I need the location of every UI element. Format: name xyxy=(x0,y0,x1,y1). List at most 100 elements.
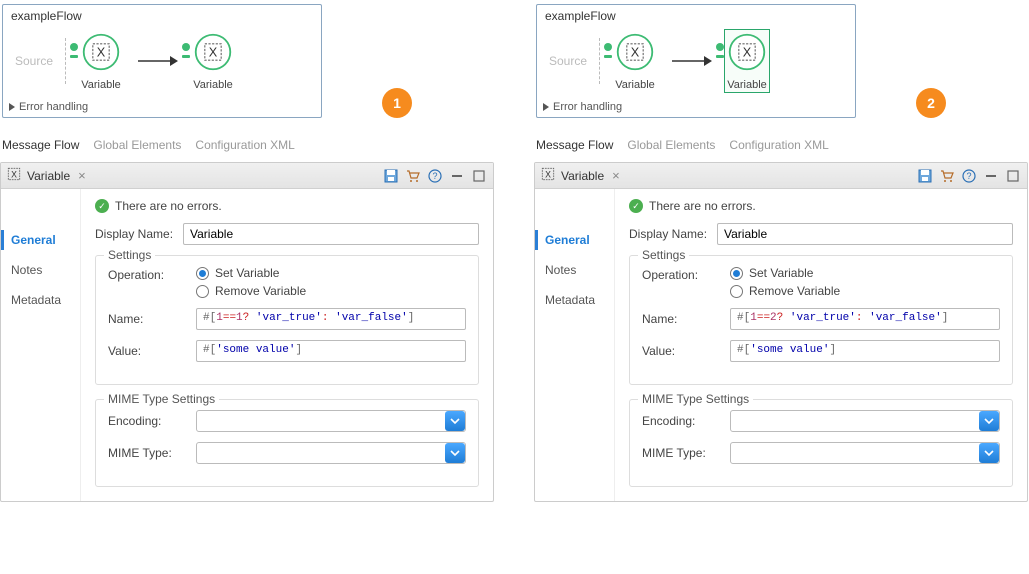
properties-title: Variable xyxy=(27,169,70,183)
mime-legend: MIME Type Settings xyxy=(638,392,753,406)
variable-icon: X xyxy=(541,167,555,184)
svg-text:?: ? xyxy=(966,171,971,181)
properties-sidebar: General Notes Metadata xyxy=(1,189,81,501)
radio-set-variable[interactable]: Set Variable xyxy=(730,266,840,280)
radio-remove-variable[interactable]: Remove Variable xyxy=(196,284,306,298)
cart-icon[interactable] xyxy=(939,168,955,184)
flow-arrow-icon xyxy=(670,54,712,68)
minimize-icon[interactable] xyxy=(983,168,999,184)
chevron-down-icon[interactable] xyxy=(979,411,999,431)
name-input[interactable]: #[1==1? 'var_true': 'var_false'] xyxy=(196,308,466,330)
settings-legend: Settings xyxy=(638,248,689,262)
cart-icon[interactable] xyxy=(405,168,421,184)
mimetype-combo[interactable] xyxy=(730,442,1000,464)
radio-remove-variable[interactable]: Remove Variable xyxy=(730,284,840,298)
name-input[interactable]: #[1==2? 'var_true': 'var_false'] xyxy=(730,308,1000,330)
svg-text:X: X xyxy=(209,45,218,60)
tab-global-elements[interactable]: Global Elements xyxy=(93,138,181,152)
help-icon[interactable]: ? xyxy=(961,168,977,184)
status-row: ✓ There are no errors. xyxy=(95,199,479,213)
radio-icon xyxy=(730,267,743,280)
flow-title: exampleFlow xyxy=(537,5,855,29)
sidebar-item-general[interactable]: General xyxy=(545,233,604,247)
mimetype-label: MIME Type: xyxy=(642,446,722,460)
editor-tabs: Message Flow Global Elements Configurati… xyxy=(0,118,494,162)
encoding-input[interactable] xyxy=(730,410,1000,432)
encoding-input[interactable] xyxy=(196,410,466,432)
chevron-down-icon[interactable] xyxy=(445,411,465,431)
tab-global-elements[interactable]: Global Elements xyxy=(627,138,715,152)
value-input[interactable]: #['some value'] xyxy=(730,340,1000,362)
close-icon[interactable]: × xyxy=(610,168,622,183)
settings-legend: Settings xyxy=(104,248,155,262)
error-handling-section[interactable]: Error handling xyxy=(537,97,855,115)
flow-node-variable-2[interactable]: X Variable xyxy=(724,29,770,93)
flow-node-label: Variable xyxy=(727,79,767,91)
mime-fieldset: MIME Type Settings Encoding: MIME Type: xyxy=(95,399,479,487)
flow-arrow-icon xyxy=(136,54,178,68)
maximize-icon[interactable] xyxy=(471,168,487,184)
variable-icon: X xyxy=(7,167,21,184)
help-icon[interactable]: ? xyxy=(427,168,443,184)
close-icon[interactable]: × xyxy=(76,168,88,183)
step-badge: 1 xyxy=(382,88,412,118)
properties-sidebar: General Notes Metadata xyxy=(535,189,615,501)
mimetype-input[interactable] xyxy=(730,442,1000,464)
maximize-icon[interactable] xyxy=(1005,168,1021,184)
mime-legend: MIME Type Settings xyxy=(104,392,219,406)
name-label: Name: xyxy=(108,312,188,326)
check-icon: ✓ xyxy=(95,199,109,213)
chevron-down-icon[interactable] xyxy=(979,443,999,463)
status-row: ✓ There are no errors. xyxy=(629,199,1013,213)
tab-message-flow[interactable]: Message Flow xyxy=(536,138,613,152)
value-input[interactable]: #['some value'] xyxy=(196,340,466,362)
sidebar-item-metadata[interactable]: Metadata xyxy=(545,293,604,307)
sidebar-item-general[interactable]: General xyxy=(11,233,70,247)
svg-text:X: X xyxy=(545,170,551,180)
properties-title: Variable xyxy=(561,169,604,183)
status-text: There are no errors. xyxy=(649,199,756,213)
save-icon[interactable] xyxy=(917,168,933,184)
source-placeholder: Source xyxy=(549,38,587,84)
encoding-combo[interactable] xyxy=(730,410,1000,432)
flow-node-variable-2[interactable]: X Variable xyxy=(190,29,236,93)
display-name-input[interactable] xyxy=(183,223,479,245)
flow-node-variable-1[interactable]: X Variable xyxy=(78,29,124,93)
radio-set-variable[interactable]: Set Variable xyxy=(196,266,306,280)
mimetype-input[interactable] xyxy=(196,442,466,464)
mimetype-combo[interactable] xyxy=(196,442,466,464)
display-name-label: Display Name: xyxy=(95,227,175,241)
save-icon[interactable] xyxy=(383,168,399,184)
svg-text:X: X xyxy=(11,170,17,180)
mime-fieldset: MIME Type Settings Encoding: MIME Type: xyxy=(629,399,1013,487)
settings-fieldset: Settings Operation: Set Variable xyxy=(629,255,1013,385)
tab-message-flow[interactable]: Message Flow xyxy=(2,138,79,152)
sidebar-item-notes[interactable]: Notes xyxy=(11,263,70,277)
tab-configuration-xml[interactable]: Configuration XML xyxy=(729,138,828,152)
sidebar-item-notes[interactable]: Notes xyxy=(545,263,604,277)
flow-canvas: exampleFlow Source X Variable xyxy=(2,4,322,118)
svg-text:X: X xyxy=(631,45,640,60)
display-name-input[interactable] xyxy=(717,223,1013,245)
chevron-right-icon xyxy=(543,103,549,111)
chevron-down-icon[interactable] xyxy=(445,443,465,463)
editor-tabs: Message Flow Global Elements Configurati… xyxy=(534,118,1028,162)
svg-text:?: ? xyxy=(432,171,437,181)
flow-node-label: Variable xyxy=(615,79,655,91)
value-label: Value: xyxy=(642,344,722,358)
check-icon: ✓ xyxy=(629,199,643,213)
flow-node-variable-1[interactable]: X Variable xyxy=(612,29,658,93)
minimize-icon[interactable] xyxy=(449,168,465,184)
svg-text:X: X xyxy=(743,45,752,60)
encoding-combo[interactable] xyxy=(196,410,466,432)
step-badge: 2 xyxy=(916,88,946,118)
sidebar-item-metadata[interactable]: Metadata xyxy=(11,293,70,307)
error-handling-section[interactable]: Error handling xyxy=(3,97,321,115)
properties-header: X Variable × ? xyxy=(1,163,493,189)
name-label: Name: xyxy=(642,312,722,326)
svg-text:X: X xyxy=(97,45,106,60)
tab-configuration-xml[interactable]: Configuration XML xyxy=(195,138,294,152)
display-name-label: Display Name: xyxy=(629,227,709,241)
operation-label: Operation: xyxy=(108,266,188,282)
settings-fieldset: Settings Operation: Set Variable xyxy=(95,255,479,385)
